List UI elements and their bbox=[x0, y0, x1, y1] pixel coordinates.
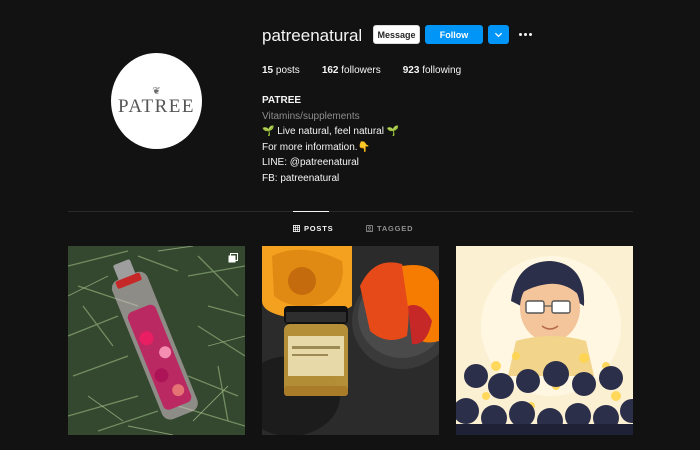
post-image-illustration bbox=[456, 246, 633, 435]
multiple-images-icon bbox=[228, 253, 238, 263]
tag-user-icon bbox=[366, 225, 373, 232]
followers-stat[interactable]: 162 followers bbox=[322, 65, 381, 76]
bio-line: For more information.👇 bbox=[262, 141, 371, 153]
profile-stats: 15 posts 162 followers 923 following bbox=[262, 65, 483, 76]
tab-posts[interactable]: POSTS bbox=[293, 224, 333, 233]
profile-avatar[interactable]: ❦ PATREE bbox=[111, 53, 202, 149]
post-image-jar bbox=[262, 246, 439, 435]
profile-name: PATREE bbox=[262, 95, 302, 106]
tab-tagged[interactable]: TAGGED bbox=[366, 224, 413, 233]
active-tab-indicator bbox=[293, 211, 329, 212]
follow-button[interactable]: Follow bbox=[425, 25, 483, 44]
tab-tagged-label: TAGGED bbox=[377, 224, 414, 233]
avatar-logo-text: PATREE bbox=[118, 96, 195, 117]
tabs-divider bbox=[68, 211, 633, 212]
message-button[interactable]: Message bbox=[373, 25, 420, 44]
posts-label: posts bbox=[275, 65, 300, 76]
following-label: following bbox=[422, 65, 462, 76]
following-stat[interactable]: 923 following bbox=[403, 65, 461, 76]
more-options-icon[interactable] bbox=[516, 26, 534, 42]
followers-label: followers bbox=[341, 65, 381, 76]
bio-line: 🌱 Live natural, feel natural 🌱 bbox=[262, 126, 400, 137]
profile-username: patreenatural bbox=[262, 26, 363, 45]
post-thumbnail[interactable] bbox=[456, 246, 633, 435]
profile-bio: PATREE Vitamins/supplements 🌱 Live natur… bbox=[262, 93, 399, 186]
tab-posts-label: POSTS bbox=[304, 224, 334, 233]
post-thumbnail[interactable] bbox=[68, 246, 245, 435]
bio-line: LINE: @patreenatural bbox=[262, 157, 359, 168]
bio-line: FB: patreenatural bbox=[262, 172, 340, 184]
posts-count: 15 bbox=[262, 65, 274, 76]
following-count: 923 bbox=[402, 65, 420, 76]
profile-category: Vitamins/supplements bbox=[262, 110, 360, 122]
chevron-down-icon bbox=[494, 32, 503, 38]
followers-count: 162 bbox=[321, 65, 339, 76]
post-image-bottle bbox=[68, 246, 245, 435]
posts-stat: 15 posts bbox=[262, 65, 300, 76]
post-thumbnail[interactable] bbox=[262, 246, 439, 435]
grid-icon bbox=[293, 225, 300, 232]
suggested-accounts-button[interactable] bbox=[488, 25, 509, 44]
